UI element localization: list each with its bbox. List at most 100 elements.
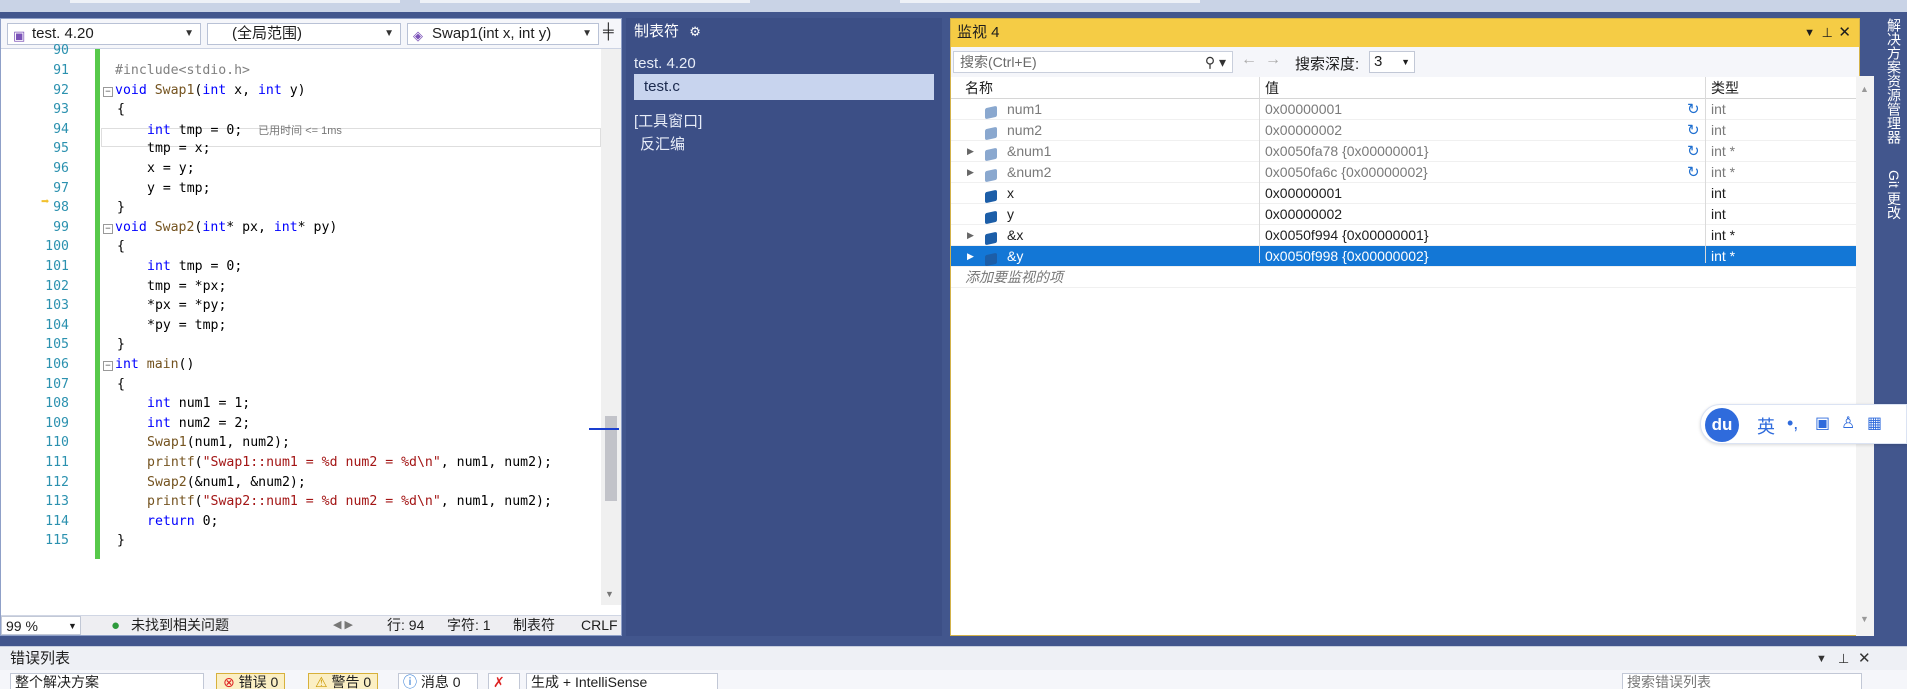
watch-row[interactable]: num2 0x00000002 ↻ int (951, 120, 1859, 141)
code-line[interactable]: return 0; (147, 514, 218, 529)
value-column-header[interactable]: 值 (1265, 77, 1279, 99)
ime-language-toggle[interactable]: 英 (1757, 413, 1775, 439)
expand-icon[interactable]: ▶ (967, 162, 974, 183)
code-line[interactable]: { (117, 377, 125, 392)
file-item-selected[interactable]: test.c (634, 74, 934, 100)
solution-explorer-tab[interactable]: 解决方案资源管理器 (1884, 18, 1904, 144)
code-line[interactable]: { (117, 102, 125, 117)
errors-filter-button[interactable]: ⊗ 错误 0 (216, 673, 286, 689)
expand-icon[interactable]: ▶ (967, 141, 974, 162)
add-watch-item[interactable]: 添加要监视的项 (951, 267, 1859, 288)
code-line[interactable]: { (117, 239, 125, 254)
name-column-header[interactable]: 名称 (965, 77, 993, 99)
watch-name[interactable]: num2 (1007, 120, 1042, 141)
watch-row[interactable]: ▶ &num1 0x0050fa78 {0x00000001} ↻ int * (951, 141, 1859, 162)
close-icon[interactable]: ✕ (1838, 19, 1851, 47)
watch-row[interactable]: y 0x00000002 int (951, 204, 1859, 225)
watch-name[interactable]: x (1007, 183, 1014, 204)
code-line[interactable]: tmp = x; (147, 141, 211, 156)
watch-name[interactable]: y (1007, 204, 1014, 225)
pin-icon[interactable]: ⊥ (1822, 19, 1833, 47)
code-line[interactable]: x = y; (147, 161, 195, 176)
code-line[interactable]: } (117, 337, 125, 352)
scope-dropdown[interactable]: (全局范围) ▼ (207, 23, 401, 45)
scope-dropdown[interactable]: 整个解决方案 (10, 673, 204, 689)
gear-icon[interactable]: ⚙ (689, 24, 701, 39)
watch-row[interactable]: ▶ &x 0x0050f994 {0x00000001} int * (951, 225, 1859, 246)
refresh-icon[interactable]: ↻ (1687, 141, 1700, 162)
code-line[interactable]: *px = *py; (147, 298, 226, 313)
watch-name[interactable]: &x (1007, 225, 1023, 246)
file-dropdown[interactable]: ▣ test. 4.20 ▼ (7, 23, 201, 45)
error-search-input[interactable]: 搜索错误列表 (1622, 673, 1862, 689)
project-item[interactable]: test. 4.20 (634, 55, 696, 72)
watch-row[interactable]: num1 0x00000001 ↻ int (951, 99, 1859, 120)
zoom-dropdown[interactable]: 99 % ▼ (1, 616, 81, 635)
disassembly-item[interactable]: 反汇编 (640, 133, 685, 154)
code-line[interactable]: } (117, 200, 125, 215)
watch-search-input[interactable]: 搜索(Ctrl+E) ⚲ ▾ (953, 51, 1233, 73)
watch-name[interactable]: &num1 (1007, 141, 1051, 162)
user-icon[interactable]: ♙ (1841, 413, 1855, 433)
refresh-icon[interactable]: ↻ (1687, 120, 1700, 141)
code-line[interactable]: void Swap1(int x, int y) (115, 83, 306, 98)
fold-toggle-icon[interactable]: − (103, 86, 113, 97)
baidu-logo-icon[interactable]: du (1705, 408, 1739, 442)
member-dropdown[interactable]: ◈ Swap1(int x, int y) ▼ (407, 23, 599, 45)
code-line[interactable]: *py = tmp; (147, 318, 226, 333)
toolbox-icon[interactable]: ▣ (1815, 413, 1830, 433)
code-line[interactable]: int num1 = 1; (147, 396, 250, 411)
refresh-icon[interactable]: ↻ (1687, 99, 1700, 120)
ime-toolbar[interactable]: du 英 •, ▣ ♙ ▦ (1700, 404, 1907, 444)
punctuation-icon[interactable]: •, (1787, 413, 1798, 434)
watch-name[interactable]: &y (1007, 246, 1023, 267)
watch-name[interactable]: &num2 (1007, 162, 1051, 183)
watch-value[interactable]: 0x00000001 (1265, 183, 1342, 204)
nav-arrows-icon[interactable]: ◀ ▶ (333, 616, 353, 635)
filter-icon[interactable]: ✗ (488, 673, 520, 689)
code-line[interactable]: tmp = *px; (147, 279, 226, 294)
depth-dropdown[interactable]: 3 ▼ (1369, 51, 1415, 73)
code-line[interactable]: int num2 = 2; (147, 416, 250, 431)
eol-indicator[interactable]: CRLF (581, 616, 618, 635)
watch-value[interactable]: 0x0050fa78 {0x00000001} (1265, 141, 1429, 162)
code-line[interactable]: Swap1(num1, num2); (147, 435, 290, 450)
code-area[interactable]: 90 91 #include<stdio.h> 92− void Swap1(int … (1, 43, 601, 605)
forward-arrow-icon[interactable]: → (1265, 51, 1281, 69)
code-line[interactable]: int tmp = 0; ➡ 已用时间 <= 1ms (41, 122, 342, 210)
watch-value[interactable]: 0x0050f998 {0x00000002} (1265, 246, 1429, 267)
tabs-indicator[interactable]: 制表符 (513, 616, 555, 635)
messages-filter-button[interactable]: ⓘ 消息 0 (398, 673, 478, 689)
code-line[interactable]: #include<stdio.h> (115, 63, 250, 78)
expand-icon[interactable]: ▶ (967, 225, 974, 246)
dropdown-icon[interactable]: ▼ (1816, 647, 1827, 671)
dropdown-icon[interactable]: ▼ (1804, 19, 1815, 47)
watch-value[interactable]: 0x00000002 (1265, 120, 1342, 141)
scroll-down-icon[interactable]: ▼ (605, 589, 614, 599)
code-line[interactable]: Swap2(&num1, &num2); (147, 475, 306, 490)
editor-vertical-scrollbar[interactable]: ▼ (589, 49, 621, 605)
watch-value[interactable]: 0x0050f994 {0x00000001} (1265, 225, 1429, 246)
watch-row[interactable]: ▶ &y 0x0050f998 {0x00000002} int * (951, 246, 1859, 267)
refresh-icon[interactable]: ↻ (1687, 162, 1700, 183)
back-arrow-icon[interactable]: ← (1241, 51, 1257, 69)
search-icon[interactable]: ⚲ ▾ (1205, 52, 1226, 72)
code-line[interactable]: int tmp = 0; (147, 259, 242, 274)
type-column-header[interactable]: 类型 (1711, 77, 1739, 99)
code-line[interactable]: int main() (115, 357, 194, 372)
pin-icon[interactable]: ⊥ (1838, 647, 1849, 671)
watch-row[interactable]: x 0x00000001 int (951, 183, 1859, 204)
warnings-filter-button[interactable]: ⚠ 警告 0 (308, 673, 379, 689)
split-icon[interactable]: ╪ (603, 23, 614, 40)
fold-toggle-icon[interactable]: − (103, 223, 113, 234)
build-dropdown[interactable]: 生成 + IntelliSense (526, 673, 718, 689)
code-line[interactable]: printf("Swap2::num1 = %d num2 = %d\n", n… (147, 494, 552, 509)
code-line[interactable]: y = tmp; (147, 181, 211, 196)
expand-icon[interactable]: ▶ (967, 246, 974, 267)
fold-toggle-icon[interactable]: − (103, 361, 113, 371)
watch-value[interactable]: 0x00000001 (1265, 99, 1342, 120)
watch-vertical-scrollbar[interactable]: ▲ ▼ (1856, 76, 1874, 636)
code-line[interactable]: } (117, 533, 125, 548)
grid-icon[interactable]: ▦ (1867, 413, 1882, 433)
code-line[interactable]: printf("Swap1::num1 = %d num2 = %d\n", n… (147, 455, 552, 470)
